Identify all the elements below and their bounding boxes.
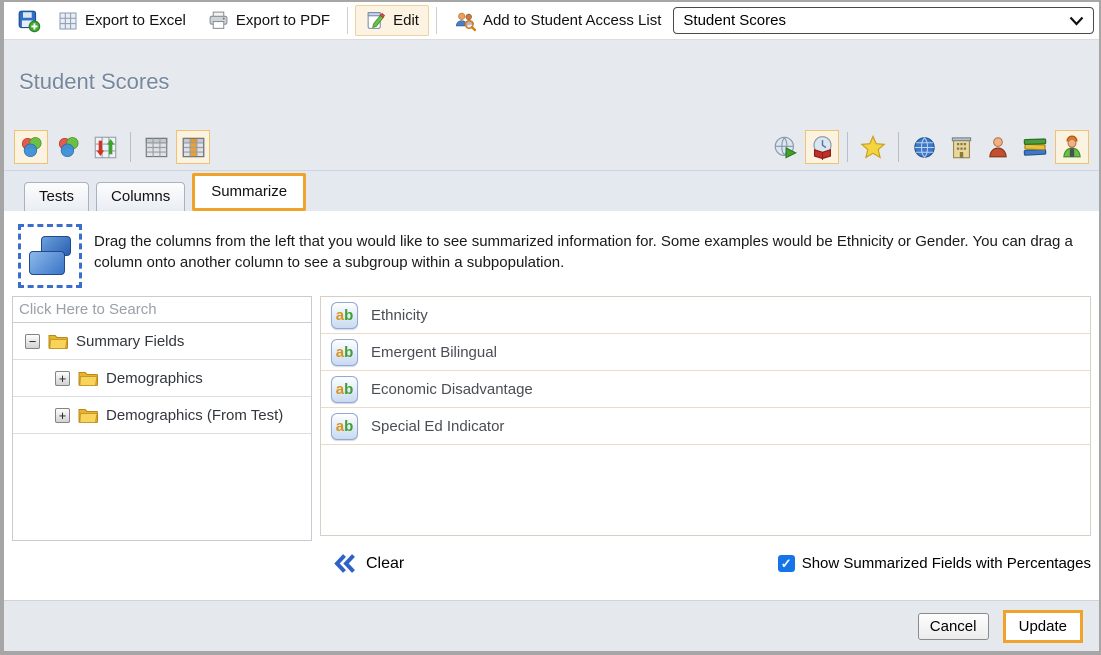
tab-summarize-label: Summarize [211, 183, 287, 200]
summary-field-row[interactable]: ab Special Ed Indicator [321, 408, 1090, 445]
spheres-summary-icon[interactable] [14, 130, 48, 164]
dropdown-chevron-icon [1069, 16, 1084, 26]
expand-expander-icon[interactable]: + [55, 408, 70, 423]
collapse-expander-icon[interactable]: − [25, 334, 40, 349]
dialog-footer: Cancel Update [4, 600, 1099, 651]
folder-icon [78, 407, 98, 423]
summary-field-row[interactable]: ab Ethnicity [321, 297, 1090, 334]
icon-separator [898, 132, 899, 162]
campus-building-icon[interactable] [944, 130, 978, 164]
show-percentages-label: Show Summarized Fields with Percentages [802, 555, 1091, 572]
toolbar-separator [436, 7, 437, 34]
staff-person-icon[interactable] [1055, 130, 1089, 164]
clear-button[interactable]: Clear [334, 554, 404, 573]
summary-field-label: Emergent Bilingual [371, 344, 497, 361]
folder-icon [48, 333, 68, 349]
summarize-tab-content: Drag the columns from the left that you … [4, 211, 1099, 600]
view-dropdown-value: Student Scores [683, 12, 786, 29]
summarize-panels: Click Here to Search − Summary Fields + [4, 288, 1099, 541]
view-dropdown[interactable]: Student Scores [673, 7, 1094, 34]
clear-label: Clear [366, 555, 404, 573]
show-percentages-option[interactable]: ✓ Show Summarized Fields with Percentage… [778, 555, 1091, 572]
search-input[interactable]: Click Here to Search [13, 297, 311, 323]
tree-node-label: Demographics (From Test) [106, 407, 283, 424]
export-pdf-label: Export to PDF [236, 12, 330, 29]
toolbar-separator [347, 7, 348, 34]
add-access-label: Add to Student Access List [483, 12, 661, 29]
tab-tests-label: Tests [39, 188, 74, 205]
summary-field-label: Ethnicity [371, 307, 428, 324]
sort-grid-icon[interactable] [88, 130, 122, 164]
tree-node-label: Demographics [106, 370, 203, 387]
pivot-columns-icon[interactable] [176, 130, 210, 164]
instructions-text: Drag the columns from the left that you … [94, 224, 1089, 273]
ab-field-icon: ab [331, 413, 358, 440]
favorites-star-icon[interactable] [856, 130, 890, 164]
summary-field-label: Special Ed Indicator [371, 418, 504, 435]
update-button[interactable]: Update [1003, 610, 1083, 643]
add-to-student-access-list-button[interactable]: Add to Student Access List [444, 5, 671, 37]
grid-view-icon[interactable] [139, 130, 173, 164]
globe-play-icon[interactable] [768, 130, 802, 164]
page-header: Student Scores [4, 40, 1099, 124]
summary-field-label: Economic Disadvantage [371, 381, 533, 398]
ab-field-icon: ab [331, 376, 358, 403]
export-excel-button[interactable]: Export to Excel [48, 6, 196, 36]
page-title: Student Scores [19, 69, 169, 95]
summary-field-row[interactable]: ab Emergent Bilingual [321, 334, 1090, 371]
tab-bar: Tests Columns Summarize [4, 170, 1099, 211]
top-toolbar: Export to Excel Export to PDF [4, 2, 1099, 40]
tree-node-summary-fields[interactable]: − Summary Fields [13, 323, 311, 360]
add-access-people-icon [454, 10, 476, 32]
spheres-summary-alt-icon[interactable] [51, 130, 85, 164]
ab-field-icon: ab [331, 302, 358, 329]
save-icon [17, 9, 41, 33]
tab-summarize[interactable]: Summarize [192, 173, 306, 211]
icon-separator [130, 132, 131, 162]
selected-summary-fields-list: ab Ethnicity ab Emergent Bilingual ab Ec… [320, 296, 1091, 536]
ab-field-icon: ab [331, 339, 358, 366]
folder-icon [78, 370, 98, 386]
show-percentages-checkbox[interactable]: ✓ [778, 555, 795, 572]
tab-columns-label: Columns [111, 188, 170, 205]
save-button[interactable] [12, 6, 46, 36]
edit-label: Edit [393, 12, 419, 29]
export-excel-label: Export to Excel [85, 12, 186, 29]
book-clock-icon[interactable] [805, 130, 839, 164]
student-scores-window: Export to Excel Export to PDF [0, 0, 1101, 655]
export-pdf-button[interactable]: Export to PDF [198, 5, 340, 36]
expand-expander-icon[interactable]: + [55, 371, 70, 386]
summary-field-row[interactable]: ab Economic Disadvantage [321, 371, 1090, 408]
web-globe-icon[interactable] [907, 130, 941, 164]
edit-pencil-icon [365, 10, 386, 31]
tab-columns[interactable]: Columns [96, 182, 185, 211]
tree-node-demographics-from-test[interactable]: + Demographics (From Test) [13, 397, 311, 434]
edit-button[interactable]: Edit [355, 5, 429, 36]
tree-node-demographics[interactable]: + Demographics [13, 360, 311, 397]
list-actions-row: Clear ✓ Show Summarized Fields with Perc… [4, 554, 1099, 573]
tab-tests[interactable]: Tests [24, 182, 89, 211]
tree-node-label: Summary Fields [76, 333, 184, 350]
drag-columns-icon [18, 224, 82, 288]
printer-icon [208, 10, 229, 31]
resources-books-icon[interactable] [1018, 130, 1052, 164]
icon-separator [847, 132, 848, 162]
view-icon-toolbar [4, 124, 1099, 170]
excel-grid-icon [58, 11, 78, 31]
clear-chevrons-icon [334, 554, 357, 573]
summary-fields-panel: Click Here to Search − Summary Fields + [12, 296, 312, 541]
cancel-button[interactable]: Cancel [918, 613, 989, 640]
student-person-icon[interactable] [981, 130, 1015, 164]
drag-instructions: Drag the columns from the left that you … [4, 211, 1099, 288]
